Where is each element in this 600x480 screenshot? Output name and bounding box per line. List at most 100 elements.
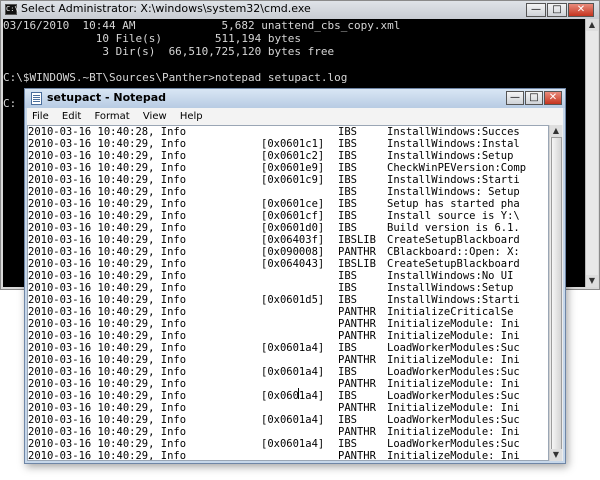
log-message: InitializeModule: Ini — [387, 450, 520, 461]
log-source: PANTHR — [338, 306, 376, 318]
log-source: IBS — [338, 390, 357, 402]
log-code: [0x0601c9] — [261, 174, 325, 186]
log-row: 2010-03-16 10:40:29, Info PANTHR Initializ… — [28, 306, 548, 318]
log-message: LoadWorkerModules:Suc — [387, 366, 520, 378]
log-row: 2010-03-16 10:40:29, Info IBS InstallWindo… — [28, 270, 548, 282]
log-row: 2010-03-16 10:40:29, Info [0x0601c1] IBS In… — [28, 138, 548, 150]
menu-view[interactable]: View — [138, 108, 172, 125]
log-message: InitializeModule: Ini — [387, 426, 520, 438]
log-date: 2010-03-16 10:40:29, Info — [28, 402, 187, 414]
log-code: [0x0601e9] — [261, 162, 325, 174]
cmd-titlebar[interactable]: C:\ Select Administrator: X:\windows\sys… — [1, 1, 599, 19]
log-row: 2010-03-16 10:40:29, Info PANTHR Initializ… — [28, 318, 548, 330]
scroll-thumb[interactable] — [551, 137, 562, 455]
notepad-minimize-button[interactable]: — — [506, 91, 524, 105]
log-source: IBS — [338, 366, 357, 378]
log-source: IBS — [338, 210, 357, 222]
log-date: 2010-03-16 10:40:29, Info — [28, 138, 187, 150]
log-row: 2010-03-16 10:40:29, Info PANTHR Initializ… — [28, 330, 548, 342]
log-row: 2010-03-16 10:40:29, Info [0x0601c2] IBS In… — [28, 150, 548, 162]
log-source: IBSLIB — [338, 258, 376, 270]
notepad-window[interactable]: setupact - Notepad — □ ✕ File Edit Forma… — [24, 88, 566, 464]
log-date: 2010-03-16 10:40:29, Info — [28, 426, 187, 438]
log-date: 2010-03-16 10:40:29, Info — [28, 414, 187, 426]
notepad-vertical-scrollbar[interactable]: ▲ ▼ — [549, 125, 563, 461]
close-button[interactable]: ✕ — [568, 3, 594, 17]
maximize-button[interactable]: □ — [547, 3, 567, 17]
log-date: 2010-03-16 10:40:29, Info — [28, 306, 187, 318]
log-code: [0x0601d0] — [261, 222, 325, 234]
log-code: [0x0601c2] — [261, 150, 325, 162]
notepad-maximize-button[interactable]: □ — [525, 91, 543, 105]
maximize-icon: □ — [552, 4, 562, 15]
log-source: IBS — [338, 126, 357, 138]
log-date: 2010-03-16 10:40:29, Info — [28, 378, 187, 390]
log-date: 2010-03-16 10:40:29, Info — [28, 354, 187, 366]
log-message: InitializeCriticalSe — [387, 306, 514, 318]
log-message: InstallWindows:Starti — [387, 294, 520, 306]
log-message: LoadWorkerModules:Suc — [387, 438, 520, 450]
log-code: [0x0601a4] — [261, 438, 325, 450]
log-date: 2010-03-16 10:40:29, Info — [28, 222, 187, 234]
log-row: 2010-03-16 10:40:29, Info [0x0601a4] IBS Lo… — [28, 366, 548, 378]
scroll-up-icon[interactable]: ▲ — [550, 125, 562, 137]
log-date: 2010-03-16 10:40:29, Info — [28, 450, 187, 461]
log-message: InitializeModule: Ini — [387, 318, 520, 330]
menu-help[interactable]: Help — [175, 108, 208, 125]
log-message: Build version is 6.1. — [387, 222, 520, 234]
minimize-button[interactable]: — — [526, 3, 546, 17]
log-source: IBS — [338, 438, 357, 450]
log-source: IBS — [338, 222, 357, 234]
log-row: 2010-03-16 10:40:29, Info IBS InstallWindo… — [28, 282, 548, 294]
minimize-icon: — — [531, 4, 541, 15]
log-row: 2010-03-16 10:40:29, Info [0x0601cf] IBS In… — [28, 210, 548, 222]
scroll-down-icon[interactable]: ▼ — [586, 275, 598, 287]
log-row: 2010-03-16 10:40:29, Info [0x064043] IBSLI… — [28, 258, 548, 270]
log-date: 2010-03-16 10:40:29, Info — [28, 186, 187, 198]
log-message: InstallWindows:Instal — [387, 138, 520, 150]
text-editor[interactable]: 2010-03-16 10:40:28, Info IBS InstallWindo… — [27, 125, 549, 461]
minimize-icon: — — [510, 92, 520, 103]
close-icon: ✕ — [576, 4, 586, 15]
log-row: 2010-03-16 10:40:29, Info [0x0601e9] IBS Ch… — [28, 162, 548, 174]
log-row: 2010-03-16 10:40:29, Info [0x0601a4] IBS Lo… — [28, 414, 548, 426]
log-code: [0x064043] — [261, 258, 325, 270]
log-row: 2010-03-16 10:40:29, Info IBS InstallWindo… — [28, 186, 548, 198]
console-line: C:\$WINDOWS.~BT\Sources\Panther>notepad … — [3, 71, 348, 84]
log-date: 2010-03-16 10:40:29, Info — [28, 318, 187, 330]
log-message: Install source is Y:\ — [387, 210, 520, 222]
log-source: IBS — [338, 138, 357, 150]
log-code: [0x0601d5] — [261, 294, 325, 306]
log-message: CBlackboard::Open: X: — [387, 246, 520, 258]
console-line: 03/16/2010 10:44 AM 5,682 unattend_cbs_c… — [3, 19, 401, 32]
log-source: PANTHR — [338, 378, 376, 390]
log-source: IBS — [338, 414, 357, 426]
log-code: [0x0601a4] — [261, 366, 325, 378]
notepad-icon — [31, 92, 42, 105]
log-date: 2010-03-16 10:40:29, Info — [28, 366, 187, 378]
notepad-titlebar[interactable]: setupact - Notepad — □ ✕ — [25, 89, 565, 108]
log-code: [0x0601ce] — [261, 198, 325, 210]
log-row: 2010-03-16 10:40:29, Info [0x0601d5] IBS In… — [28, 294, 548, 306]
menu-format[interactable]: Format — [89, 108, 134, 125]
menu-edit[interactable]: Edit — [57, 108, 86, 125]
log-date: 2010-03-16 10:40:29, Info — [28, 270, 187, 282]
notepad-close-button[interactable]: ✕ — [544, 91, 562, 105]
log-row: 2010-03-16 10:40:29, Info [0x0601c9] IBS In… — [28, 174, 548, 186]
cmd-title: Select Administrator: X:\windows\system3… — [21, 2, 311, 15]
log-row: 2010-03-16 10:40:29, Info PANTHR Initializ… — [28, 426, 548, 438]
log-message: InstallWindows:Setup — [387, 150, 514, 162]
log-source: PANTHR — [338, 246, 376, 258]
log-date: 2010-03-16 10:40:29, Info — [28, 330, 187, 342]
scroll-up-icon[interactable]: ▲ — [586, 19, 598, 31]
log-message: InitializeModule: Ini — [387, 402, 520, 414]
cmd-vertical-scrollbar[interactable]: ▲ ▼ — [585, 19, 598, 287]
log-date: 2010-03-16 10:40:28, Info — [28, 126, 187, 138]
log-code: [0x0601a4] — [261, 414, 325, 426]
scroll-down-icon[interactable]: ▼ — [550, 449, 562, 461]
menu-file[interactable]: File — [27, 108, 54, 125]
log-message: LoadWorkerModules:Suc — [387, 414, 520, 426]
log-code: [0x0601c1] — [261, 138, 325, 150]
log-row: 2010-03-16 10:40:29, Info [0x0601a4] IBS Lo… — [28, 342, 548, 354]
